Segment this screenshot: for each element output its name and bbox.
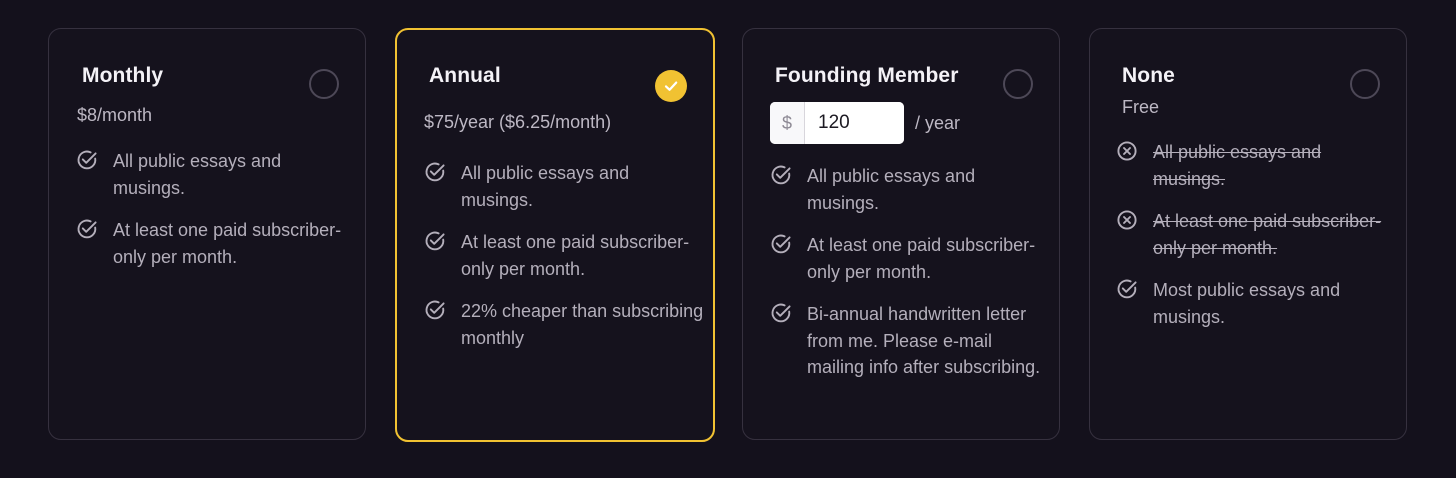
feature-text: Most public essays and musings. xyxy=(1153,280,1341,327)
plan-title: None xyxy=(1122,64,1175,87)
check-circle-icon xyxy=(770,302,792,324)
plan-price: $75/year ($6.25/month) xyxy=(424,112,612,132)
feature-list: All public essays and musings. At least … xyxy=(1116,139,1396,346)
feature-text: At least one paid subscriber-only per mo… xyxy=(113,220,342,267)
x-circle-icon xyxy=(1116,140,1138,162)
feature-text: At least one paid subscriber-only per mo… xyxy=(807,235,1036,282)
plan-radio[interactable] xyxy=(1003,69,1033,99)
feature-list: All public essays and musings. At least … xyxy=(770,163,1050,397)
feature-text: At least one paid subscriber-only per mo… xyxy=(461,232,690,279)
check-circle-icon xyxy=(770,233,792,255)
check-circle-icon xyxy=(76,218,98,240)
plan-price: $8/month xyxy=(77,105,153,125)
currency-symbol: $ xyxy=(770,102,805,144)
price-period: / year xyxy=(915,112,961,133)
plan-card-monthly[interactable]: Monthly $8/month All public essays and m… xyxy=(48,28,366,440)
plan-price: Free xyxy=(1122,97,1160,117)
feature-item: All public essays and musings. xyxy=(76,148,356,201)
feature-list: All public essays and musings. At least … xyxy=(424,160,704,367)
feature-text: All public essays and musings. xyxy=(1153,142,1322,189)
check-circle-icon xyxy=(1116,278,1138,300)
feature-item-excluded: At least one paid subscriber-only per mo… xyxy=(1116,208,1396,261)
feature-item: At least one paid subscriber-only per mo… xyxy=(76,217,356,270)
check-circle-icon xyxy=(424,299,446,321)
plan-title: Monthly xyxy=(82,64,164,87)
check-circle-icon xyxy=(424,230,446,252)
plan-radio[interactable] xyxy=(309,69,339,99)
feature-item: Most public essays and musings. xyxy=(1116,277,1396,330)
feature-text: All public essays and musings. xyxy=(461,163,630,210)
plan-card-none[interactable]: None Free All public essays and musings.… xyxy=(1089,28,1407,440)
feature-text: All public essays and musings. xyxy=(807,166,976,213)
feature-text: 22% cheaper than subscribing monthly xyxy=(461,301,704,348)
feature-item: At least one paid subscriber-only per mo… xyxy=(424,229,704,282)
feature-item: 22% cheaper than subscribing monthly xyxy=(424,298,704,351)
feature-item-excluded: All public essays and musings. xyxy=(1116,139,1396,192)
custom-price-row: $ / year xyxy=(770,102,960,144)
feature-text: Bi-annual handwritten letter from me. Pl… xyxy=(807,304,1041,377)
feature-text: All public essays and musings. xyxy=(113,151,282,198)
feature-item: At least one paid subscriber-only per mo… xyxy=(770,232,1050,285)
amount-input[interactable] xyxy=(805,102,904,144)
plan-card-founding-member[interactable]: Founding Member $ / year All public essa… xyxy=(742,28,1060,440)
x-circle-icon xyxy=(1116,209,1138,231)
feature-item: All public essays and musings. xyxy=(770,163,1050,216)
pricing-plans: Monthly $8/month All public essays and m… xyxy=(0,0,1456,478)
feature-item: All public essays and musings. xyxy=(424,160,704,213)
plan-card-annual[interactable]: Annual $75/year ($6.25/month) All public… xyxy=(395,28,715,442)
plan-title: Founding Member xyxy=(775,64,959,87)
checkmark-icon xyxy=(662,77,680,95)
feature-text: At least one paid subscriber-only per mo… xyxy=(1153,211,1382,258)
check-circle-icon xyxy=(770,164,792,186)
check-circle-icon xyxy=(76,149,98,171)
plan-radio[interactable] xyxy=(1350,69,1380,99)
plan-radio-selected[interactable] xyxy=(655,70,687,102)
feature-item: Bi-annual handwritten letter from me. Pl… xyxy=(770,301,1050,381)
check-circle-icon xyxy=(424,161,446,183)
plan-title: Annual xyxy=(429,64,501,87)
feature-list: All public essays and musings. At least … xyxy=(76,148,356,286)
custom-price-field[interactable]: $ xyxy=(770,102,904,144)
